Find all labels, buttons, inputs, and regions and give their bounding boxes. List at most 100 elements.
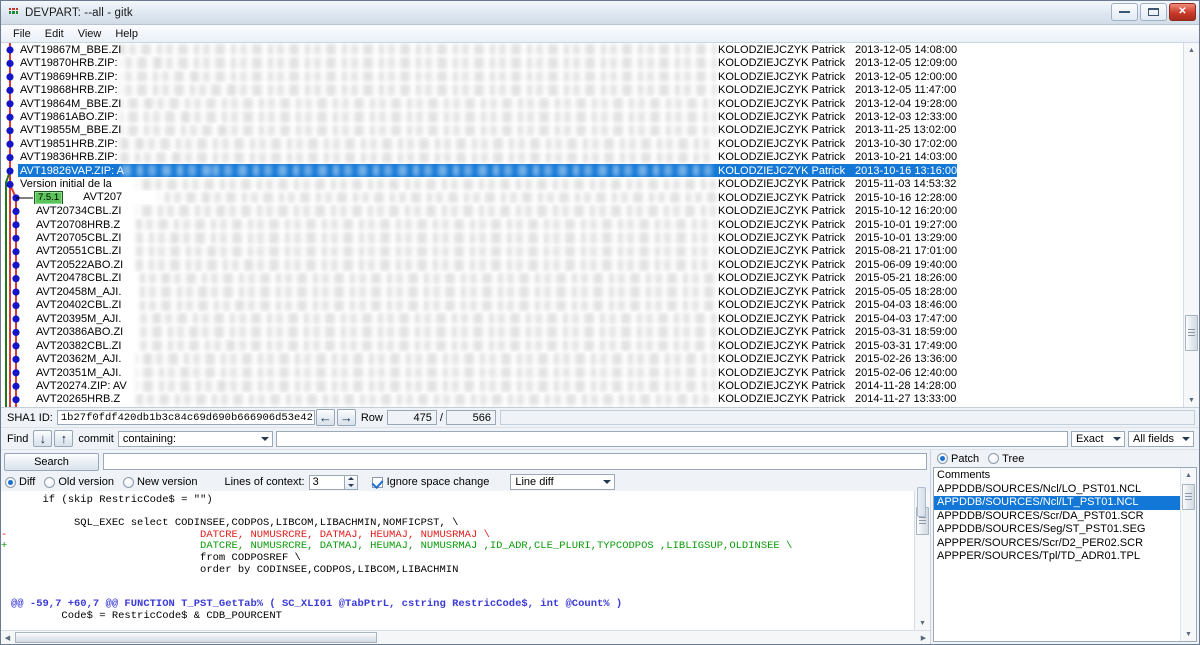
scroll-thumb[interactable] — [1185, 315, 1198, 351]
hscroll-thumb[interactable] — [15, 632, 377, 643]
commit-graph-cell — [1, 352, 18, 365]
commit-row[interactable]: AVT20708HRB.Z KOLODZIEJCZYK Patrick 2015-1… — [1, 218, 1183, 231]
file-list[interactable]: Comments APPDDB/SOURCES/Ncl/LO_PST01.NCL A… — [934, 468, 1180, 641]
scroll-down-icon[interactable]: ▼ — [1184, 393, 1199, 407]
commit-list-scrollbar[interactable]: ▲ ▼ — [1183, 43, 1199, 407]
row-current-input[interactable]: 475 — [386, 410, 437, 425]
commit-row[interactable]: AVT20274.ZIP: AV KOLODZIEJCZYK Patrick 201… — [1, 379, 1183, 392]
commit-graph-cell — [1, 151, 18, 164]
commit-row[interactable]: AVT20705CBL.ZI KOLODZIEJCZYK Patrick 2015-… — [1, 231, 1183, 244]
file-list-item[interactable]: APPPER/SOURCES/Scr/D2_PER02.SCR — [934, 537, 1180, 551]
commit-row[interactable]: AVT19868HRB.ZIP: KOLODZIEJCZYK Patrick 201… — [1, 83, 1183, 96]
prev-commit-button[interactable]: ← — [315, 409, 335, 426]
commit-row[interactable]: AVT19836HRB.ZIP: KOLODZIEJCZYK Patrick 201… — [1, 151, 1183, 164]
commit-row[interactable]: AVT20362M_AJI. KOLODZIEJCZYK Patrick 2015-… — [1, 352, 1183, 365]
diff-marker — [1, 623, 11, 630]
scroll-thumb[interactable] — [1182, 484, 1195, 510]
commit-row[interactable]: AVT19870HRB.ZIP: KOLODZIEJCZYK Patrick 201… — [1, 56, 1183, 69]
ignore-space-checkbox[interactable]: Ignore space change — [371, 476, 489, 488]
commit-row[interactable]: AVT20351M_AJI. KOLODZIEJCZYK Patrick 2015-… — [1, 366, 1183, 379]
commit-message-text: AVT20734CBL.ZI — [36, 205, 122, 218]
commit-row[interactable]: Version initial de la KOLODZIEJCZYK Patri… — [1, 178, 1183, 191]
commit-date-cell: 2015-04-03 17:47:00 — [855, 312, 958, 325]
commit-row[interactable]: AVT19851HRB.ZIP: KOLODZIEJCZYK Patrick 201… — [1, 137, 1183, 150]
radio-diff-indicator — [5, 476, 16, 488]
file-list-item[interactable]: APPDDB/SOURCES/Ncl/LO_PST01.NCL — [934, 483, 1180, 497]
context-input[interactable]: 3 — [308, 474, 345, 490]
search-input[interactable] — [103, 453, 927, 470]
commit-row[interactable]: AVT20734CBL.ZI KOLODZIEJCZYK Patrick 2015-… — [1, 204, 1183, 217]
commit-row[interactable]: AVT20382CBL.ZI KOLODZIEJCZYK Patrick 2015-… — [1, 339, 1183, 352]
diff-hscrollbar[interactable]: ◀ ▶ — [1, 630, 930, 644]
commit-graph-cell — [1, 258, 18, 271]
file-list-item[interactable]: APPPER/SOURCES/Tpl/TD_ADR01.TPL — [934, 550, 1180, 564]
find-prev-button[interactable]: ↑ — [54, 430, 74, 447]
row-separator: / — [439, 411, 443, 424]
maximize-button[interactable] — [1140, 3, 1167, 21]
find-mode-combo[interactable]: containing: — [117, 430, 273, 447]
commit-row[interactable]: AVT20402CBL.ZI KOLODZIEJCZYK Patrick 2015-… — [1, 299, 1183, 312]
scroll-down-icon[interactable]: ▼ — [915, 616, 930, 630]
commit-row[interactable]: AVT20458M_AJI. KOLODZIEJCZYK Patrick 2015-… — [1, 285, 1183, 298]
radio-old-version[interactable]: Old version — [44, 476, 114, 488]
scroll-right-icon[interactable]: ▶ — [917, 631, 930, 644]
minimize-button[interactable] — [1111, 3, 1138, 21]
sha1-label: SHA1 ID: — [7, 411, 53, 424]
radio-diff[interactable]: Diff — [5, 476, 35, 488]
redacted-message-overlay — [136, 205, 716, 217]
commit-message-cell: AVT20402CBL.ZI — [18, 299, 718, 312]
commit-message-cell: AVT20734CBL.ZI — [18, 204, 718, 217]
find-input[interactable] — [275, 430, 1068, 447]
menu-help[interactable]: Help — [108, 27, 145, 41]
file-list-scrollbar[interactable]: ▲ ▼ — [1180, 468, 1196, 641]
file-list-item[interactable]: APPDDB/SOURCES/Ncl/LT_PST01.NCL — [934, 496, 1180, 510]
context-stepper[interactable] — [344, 474, 358, 490]
commit-graph-cell — [1, 137, 18, 150]
search-button[interactable]: Search — [4, 452, 99, 471]
commit-message-cell: AVT20458M_AJI. — [18, 285, 718, 298]
menu-view[interactable]: View — [71, 27, 109, 41]
radio-new-version[interactable]: New version — [122, 476, 197, 488]
commit-row[interactable]: AVT20478CBL.ZI KOLODZIEJCZYK Patrick 2015-… — [1, 272, 1183, 285]
diff-view[interactable]: if (skip RestricCode$ = "") SQL_EXEC sel… — [1, 491, 914, 630]
pane-splitter[interactable] — [917, 487, 926, 517]
file-list-item[interactable]: APPDDB/SOURCES/Seg/ST_PST01.SEG — [934, 523, 1180, 537]
commit-row[interactable]: AVT20386ABO.ZI KOLODZIEJCZYK Patrick 2015-… — [1, 325, 1183, 338]
scroll-up-icon[interactable]: ▲ — [1184, 43, 1199, 57]
radio-tree[interactable]: Tree — [988, 453, 1024, 465]
find-next-button[interactable]: ↓ — [33, 430, 53, 447]
commit-row[interactable]: AVT20551CBL.ZI KOLODZIEJCZYK Patrick 2015-… — [1, 245, 1183, 258]
commit-row[interactable]: AVT19861ABO.ZIP: KOLODZIEJCZYK Patrick 201… — [1, 110, 1183, 123]
commit-row[interactable]: AVT20232ABO.ZIKOLODZIEJCZYK Patrick2014-… — [1, 406, 1183, 408]
commit-row[interactable]: AVT19855M_BBE.ZI KOLODZIEJCZYK Patrick 201… — [1, 124, 1183, 137]
commit-row[interactable]: AVT19867M_BBE.ZI KOLODZIEJCZYK Patrick 201… — [1, 43, 1183, 56]
diff-mode-combo[interactable]: Line diff — [510, 474, 616, 490]
scroll-down-icon[interactable]: ▼ — [1181, 627, 1196, 641]
commit-date-cell: 2013-11-25 13:02:00 — [855, 124, 957, 137]
commit-row[interactable]: AVT19826VAP.ZIP: A KOLODZIEJCZYK Patrick 2… — [1, 164, 1183, 178]
commit-message-cell: AVT20265HRB.Z — [18, 393, 718, 406]
commit-row[interactable]: AVT19869HRB.ZIP: KOLODZIEJCZYK Patrick 201… — [1, 70, 1183, 83]
commit-row[interactable]: AVT20265HRB.Z KOLODZIEJCZYK Patrick 2014-1… — [1, 393, 1183, 406]
next-commit-button[interactable]: → — [336, 409, 356, 426]
commit-row[interactable]: AVT20395M_AJI. KOLODZIEJCZYK Patrick 2015-… — [1, 312, 1183, 325]
menu-edit[interactable]: Edit — [38, 27, 71, 41]
sha1-input[interactable]: 1b27f0fdf420db1b3c84c69d690b666906d53e42 — [56, 410, 315, 425]
radio-patch[interactable]: Patch — [937, 453, 979, 465]
commit-row[interactable]: AVT20522ABO.ZI KOLODZIEJCZYK Patrick 2015-… — [1, 258, 1183, 271]
commit-author-cell: KOLODZIEJCZYK Patrick — [718, 339, 846, 352]
find-match-type-combo[interactable]: Exact — [1071, 430, 1125, 447]
commit-message-text: Version initial de la — [20, 178, 112, 191]
menu-file[interactable]: File — [6, 27, 38, 41]
commit-row[interactable]: AVT19864M_BBE.ZI KOLODZIEJCZYK Patrick 201… — [1, 97, 1183, 110]
close-button[interactable]: ✕ — [1169, 3, 1196, 21]
commit-date-cell: 2015-02-26 13:36:00 — [855, 353, 958, 366]
scroll-left-icon[interactable]: ◀ — [1, 631, 14, 644]
scroll-up-icon[interactable]: ▲ — [1181, 468, 1196, 482]
file-list-item[interactable]: APPDDB/SOURCES/Scr/DA_PST01.SCR — [934, 510, 1180, 524]
file-list-item[interactable]: Comments — [934, 469, 1180, 483]
find-fields-combo[interactable]: All fields — [1128, 430, 1194, 447]
commit-row[interactable]: 7.5.1 AVT207 KOLODZIEJCZYK Patrick 2015-10-… — [1, 190, 1183, 205]
commit-message-text: AVT19869HRB.ZIP: — [20, 70, 118, 83]
commit-list[interactable]: AVT19867M_BBE.ZI KOLODZIEJCZYK Patrick 201… — [1, 43, 1183, 407]
